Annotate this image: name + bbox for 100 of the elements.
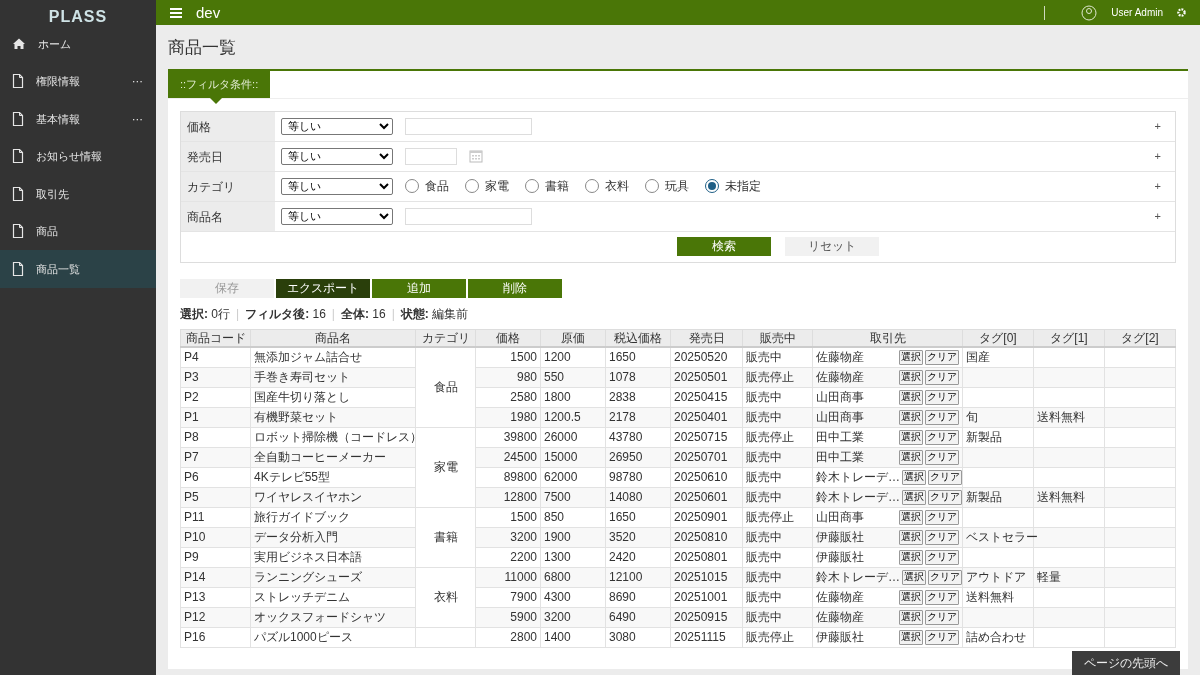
table-cell: 販売中 <box>742 587 813 607</box>
clear-button[interactable]: クリア <box>925 529 959 545</box>
clear-button[interactable]: クリア <box>925 349 959 365</box>
table-cell: 販売中 <box>742 347 813 367</box>
date-field[interactable] <box>405 147 457 165</box>
sidebar-item[interactable]: 取引先 <box>0 175 156 213</box>
operator-dropdown[interactable]: 等しい <box>281 117 393 135</box>
clear-button[interactable]: クリア <box>925 369 959 385</box>
clear-button[interactable]: クリア <box>925 609 959 625</box>
action-button[interactable]: 追加 <box>372 278 466 298</box>
column-header[interactable]: タグ[0] <box>962 329 1034 347</box>
input-field[interactable] <box>405 117 532 135</box>
more-icon[interactable]: ⋯ <box>132 73 144 90</box>
clear-button[interactable]: クリア <box>925 509 959 525</box>
select-button[interactable]: 選択 <box>899 369 923 385</box>
column-header[interactable]: タグ[2] <box>1104 329 1176 347</box>
select-button[interactable]: 選択 <box>899 629 923 645</box>
back-to-top-button[interactable]: ページの先頭へ <box>1072 651 1180 675</box>
radio-button[interactable] <box>405 179 419 193</box>
radio-button[interactable] <box>525 179 539 193</box>
calendar-icon[interactable] <box>469 149 483 163</box>
column-header[interactable]: タグ[1] <box>1033 329 1105 347</box>
select-button[interactable]: 選択 <box>899 409 923 425</box>
clear-button[interactable]: クリア <box>928 489 962 505</box>
expand-icon[interactable]: + <box>1154 147 1169 165</box>
clear-button[interactable]: クリア <box>925 589 959 605</box>
clear-button[interactable]: クリア <box>928 569 962 585</box>
column-header[interactable]: カテゴリ <box>415 329 476 347</box>
filter-tab[interactable]: ::フィルタ条件:: <box>168 71 271 98</box>
operator-dropdown[interactable]: 等しい <box>281 177 393 195</box>
sidebar-item[interactable]: ホーム <box>0 25 156 63</box>
input-field[interactable] <box>405 207 532 225</box>
field-label: 商品名 <box>181 201 275 231</box>
radio-label[interactable]: 食品 <box>425 177 449 195</box>
clear-button[interactable]: クリア <box>925 449 959 465</box>
column-header[interactable]: 商品名 <box>250 329 416 347</box>
sidebar-item[interactable]: 商品一覧 <box>0 250 156 288</box>
column-header[interactable]: 販売中 <box>742 329 813 347</box>
clear-button[interactable]: クリア <box>925 409 959 425</box>
select-button[interactable]: 選択 <box>899 509 923 525</box>
sidebar-item[interactable]: 商品 <box>0 212 156 250</box>
table-cell: 7900 <box>475 587 541 607</box>
table-cell: P7 <box>180 447 251 467</box>
select-button[interactable]: 選択 <box>899 449 923 465</box>
column-header[interactable]: 発売日 <box>670 329 743 347</box>
clear-button[interactable]: クリア <box>925 629 959 645</box>
radio-button[interactable] <box>645 179 659 193</box>
radio-label[interactable]: 家電 <box>485 177 509 195</box>
table-cell: 62000 <box>540 467 606 487</box>
radio-label[interactable]: 未指定 <box>725 177 761 195</box>
action-button[interactable]: 削除 <box>468 278 562 298</box>
menu-icon[interactable] <box>170 7 182 18</box>
select-button[interactable]: 選択 <box>902 569 926 585</box>
table-cell: 2580 <box>475 387 541 407</box>
sidebar-item[interactable]: 基本情報 ⋯ <box>0 100 156 138</box>
select-button[interactable]: 選択 <box>899 389 923 405</box>
document-icon <box>12 149 24 164</box>
select-button[interactable]: 選択 <box>902 469 926 485</box>
select-button[interactable]: 選択 <box>899 609 923 625</box>
radio-button[interactable] <box>465 179 479 193</box>
expand-icon[interactable]: + <box>1154 177 1169 195</box>
column-header[interactable]: 価格 <box>475 329 541 347</box>
column-header[interactable]: 取引先 <box>812 329 963 347</box>
expand-icon[interactable]: + <box>1154 207 1169 225</box>
clear-button[interactable]: クリア <box>925 549 959 565</box>
radio-label[interactable]: 衣料 <box>605 177 629 195</box>
clear-button[interactable]: クリア <box>925 429 959 445</box>
select-button[interactable]: 選択 <box>902 489 926 505</box>
column-header[interactable]: 原価 <box>540 329 606 347</box>
table-cell: 鈴木トレーデ… <box>816 470 900 484</box>
expand-icon[interactable]: + <box>1154 117 1169 135</box>
user-name[interactable]: User Admin <box>1111 5 1163 20</box>
radio-label[interactable]: 書籍 <box>545 177 569 195</box>
reset-button[interactable]: リセット <box>785 237 879 256</box>
select-button[interactable]: 選択 <box>899 529 923 545</box>
radio-label[interactable]: 玩具 <box>665 177 689 195</box>
operator-dropdown[interactable]: 等しい <box>281 147 393 165</box>
operator-dropdown[interactable]: 等しい <box>281 207 393 225</box>
radio-button[interactable] <box>705 179 719 193</box>
table-cell: 食品 <box>415 347 476 427</box>
table-cell: 2838 <box>605 387 671 407</box>
column-header[interactable]: 税込価格 <box>605 329 671 347</box>
search-button[interactable]: 検索 <box>677 237 771 256</box>
select-button[interactable]: 選択 <box>899 429 923 445</box>
sidebar-item[interactable]: 権限情報 ⋯ <box>0 62 156 100</box>
select-button[interactable]: 選択 <box>899 349 923 365</box>
more-icon[interactable]: ⋯ <box>132 110 144 127</box>
column-header[interactable]: 商品コード <box>180 329 251 347</box>
clear-button[interactable]: クリア <box>925 389 959 405</box>
table-cell: 850 <box>540 507 606 527</box>
select-button[interactable]: 選択 <box>899 589 923 605</box>
table-cell: 詰め合わせ <box>962 627 1034 647</box>
select-button[interactable]: 選択 <box>899 549 923 565</box>
table-cell: P11 <box>180 507 251 527</box>
gear-icon[interactable] <box>1177 8 1186 17</box>
radio-button[interactable] <box>585 179 599 193</box>
table-cell: P4 <box>180 347 251 367</box>
action-button[interactable]: エクスポート <box>276 278 370 298</box>
sidebar-item[interactable]: お知らせ情報 <box>0 137 156 175</box>
clear-button[interactable]: クリア <box>928 469 962 485</box>
